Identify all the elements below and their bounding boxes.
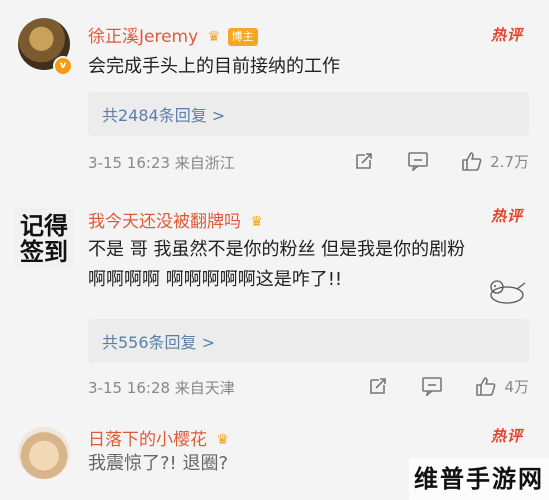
- comment-actions: 2.7万: [322, 150, 529, 172]
- like-icon[interactable]: [474, 375, 498, 397]
- verified-badge-icon: v: [53, 56, 73, 76]
- comment-actions: 4万: [336, 375, 529, 397]
- author-name[interactable]: 日落下的小樱花: [88, 430, 207, 450]
- reply-summary[interactable]: 共2484条回复 >: [88, 92, 529, 136]
- comment-author[interactable]: 日落下的小樱花 ♛: [88, 425, 229, 450]
- like-icon[interactable]: [460, 150, 484, 172]
- dog-sticker-icon: [483, 275, 531, 311]
- comment-author[interactable]: 我今天还没被翻牌吗 ♛: [88, 207, 263, 232]
- hot-comment-tag: 热评: [490, 207, 523, 225]
- crown-icon: ♛: [207, 29, 221, 45]
- avatar[interactable]: 记得 签到: [14, 208, 74, 268]
- like-count: 4万: [504, 377, 529, 396]
- view-replies-link[interactable]: 共556条回复 >: [102, 329, 215, 353]
- comment-item: 记得 签到 我今天还没被翻牌吗 ♛ 热评 不是 哥 我虽然不是你的粉丝 但是我是你…: [0, 195, 549, 415]
- comment-author[interactable]: 徐正溪Jeremy ♛ 博主: [88, 22, 258, 47]
- comment-icon[interactable]: [420, 375, 444, 397]
- comment-meta: 3-15 16:23 来自浙江: [88, 154, 235, 172]
- site-watermark: 维普手游网: [409, 458, 549, 500]
- reply-summary[interactable]: 共556条回复 >: [88, 319, 529, 363]
- author-badge: 博主: [227, 28, 258, 46]
- like-count: 2.7万: [490, 152, 529, 171]
- comment-meta: 3-15 16:28 来自天津: [88, 379, 235, 397]
- crown-icon: ♛: [250, 214, 263, 230]
- share-icon[interactable]: [366, 375, 390, 397]
- view-replies-link[interactable]: 共2484条回复 >: [102, 102, 225, 126]
- hot-comment-tag: 热评: [490, 427, 523, 445]
- comment-text: 会完成手头上的目前接纳的工作: [88, 56, 340, 77]
- crown-icon: ♛: [216, 432, 229, 448]
- avatar-text: 记得 签到: [20, 211, 68, 266]
- hot-comment-tag: 热评: [490, 26, 523, 44]
- comment-item: v 徐正溪Jeremy ♛ 博主 热评 会完成手头上的目前接纳的工作 共2484…: [0, 0, 549, 195]
- share-icon[interactable]: [352, 150, 376, 172]
- avatar[interactable]: [18, 427, 70, 479]
- author-name[interactable]: 我今天还没被翻牌吗: [88, 212, 241, 232]
- comment-text: 不是 哥 我虽然不是你的粉丝 但是我是你的剧粉啊啊啊啊 啊啊啊啊啊这是咋了!!: [88, 239, 466, 290]
- author-name[interactable]: 徐正溪Jeremy: [88, 27, 198, 47]
- comment-icon[interactable]: [406, 150, 430, 172]
